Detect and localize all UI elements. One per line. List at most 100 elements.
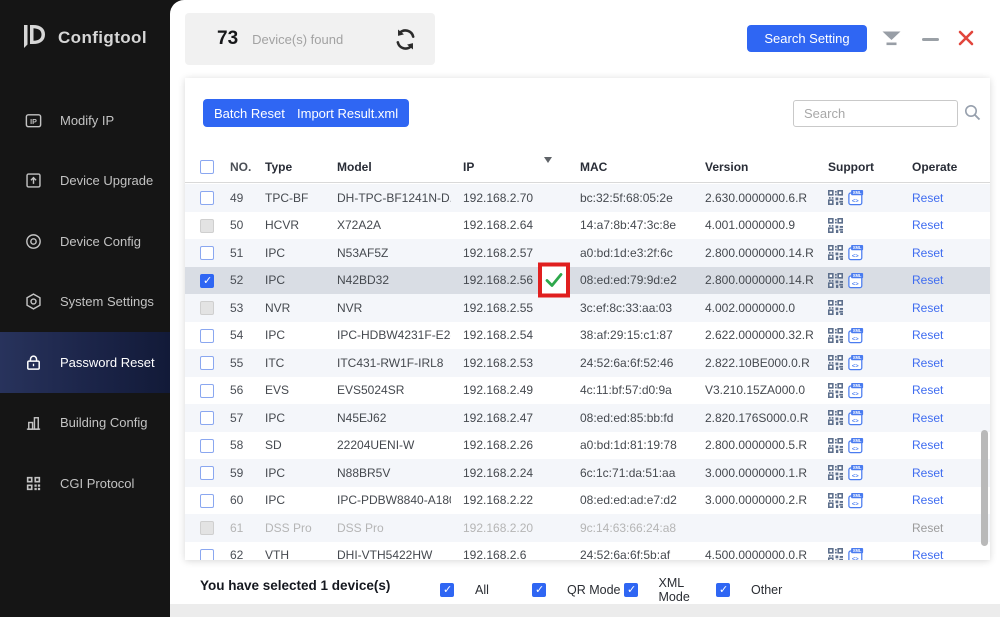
device-upgrade-icon — [24, 171, 43, 190]
qr-code-icon[interactable] — [828, 218, 843, 233]
select-all-checkbox[interactable] — [200, 160, 214, 174]
option-all[interactable]: All — [440, 583, 532, 597]
table-row[interactable]: 59 IPC N88BR5V 192.168.2.24 6c:1c:71:da:… — [185, 459, 990, 487]
row-checkbox[interactable] — [200, 219, 214, 233]
table-row[interactable]: 58 SD 22204UENI-W 192.168.2.26 a0:bd:1d:… — [185, 432, 990, 460]
refresh-icon[interactable] — [394, 28, 417, 51]
table-row[interactable]: 61 DSS Pro DSS Pro 192.168.2.20 9c:14:63… — [185, 514, 990, 542]
option-qr-mode[interactable]: QR Mode — [532, 583, 624, 597]
row-checkbox[interactable] — [200, 191, 214, 205]
xml-file-icon[interactable]: XML<> — [848, 327, 864, 344]
other-checkbox[interactable] — [716, 583, 730, 597]
xml-file-icon[interactable]: XML<> — [848, 464, 864, 481]
sidebar-item-device-config[interactable]: Device Config — [0, 211, 170, 272]
all-checkbox[interactable] — [440, 583, 454, 597]
table-row[interactable]: 54 IPC IPC-HDBW4231F-E2-M 192.168.2.54 3… — [185, 322, 990, 350]
ip-sort-dropdown-icon[interactable] — [544, 157, 552, 163]
search-icon[interactable] — [964, 104, 981, 121]
sidebar-item-building-config[interactable]: Building Config — [0, 393, 170, 454]
table-row[interactable]: 49 TPC-BF DH-TPC-BF1241N-D... 192.168.2.… — [185, 184, 990, 212]
reset-link[interactable]: Reset — [912, 328, 943, 342]
xml-file-icon[interactable]: XML<> — [848, 272, 864, 289]
row-checkbox[interactable] — [200, 411, 214, 425]
row-checkbox[interactable] — [200, 384, 214, 398]
table-row[interactable]: 52 IPC N42BD32 192.168.2.56 08:ed:ed:79:… — [185, 267, 990, 295]
reset-link[interactable]: Reset — [912, 548, 943, 560]
reset-link[interactable]: Reset — [912, 356, 943, 370]
row-checkbox[interactable] — [200, 246, 214, 260]
sidebar-item-system-settings[interactable]: System Settings — [0, 272, 170, 333]
table-row[interactable]: 55 ITC ITC431-RW1F-IRL8 192.168.2.53 24:… — [185, 349, 990, 377]
qr-code-icon[interactable] — [828, 548, 843, 560]
sidebar-item-device-upgrade[interactable]: Device Upgrade — [0, 151, 170, 212]
qr-mode-checkbox[interactable] — [532, 583, 546, 597]
row-checkbox[interactable] — [200, 521, 214, 535]
xml-mode-checkbox[interactable] — [624, 583, 638, 597]
row-checkbox[interactable] — [200, 549, 214, 560]
batch-reset-button[interactable]: Batch Reset — [203, 99, 296, 127]
row-checkbox[interactable] — [200, 274, 214, 288]
row-checkbox[interactable] — [200, 466, 214, 480]
table-row[interactable]: 51 IPC N53AF5Z 192.168.2.57 a0:bd:1d:e3:… — [185, 239, 990, 267]
reset-link[interactable]: Reset — [912, 273, 943, 287]
qr-code-icon[interactable] — [828, 493, 843, 508]
table-row[interactable]: 50 HCVR X72A2A 192.168.2.64 14:a7:8b:47:… — [185, 212, 990, 240]
qr-code-icon[interactable] — [828, 465, 843, 480]
reset-link[interactable]: Reset — [912, 218, 943, 232]
minimize-icon[interactable] — [922, 38, 939, 41]
qr-code-icon[interactable] — [828, 438, 843, 453]
qr-code-icon[interactable] — [828, 273, 843, 288]
table-scrollbar-thumb[interactable] — [981, 430, 988, 546]
device-count-chip: 73 Device(s) found — [185, 13, 435, 65]
sidebar-item-cgi-protocol[interactable]: CGI Protocol — [0, 453, 170, 514]
reset-link[interactable]: Reset — [912, 521, 943, 535]
option-other[interactable]: Other — [716, 583, 782, 597]
xml-file-icon[interactable]: XML<> — [848, 244, 864, 261]
row-checkbox[interactable] — [200, 301, 214, 315]
row-checkbox[interactable] — [200, 329, 214, 343]
reset-link[interactable]: Reset — [912, 493, 943, 507]
reset-link[interactable]: Reset — [912, 246, 943, 260]
reset-link[interactable]: Reset — [912, 191, 943, 205]
close-icon[interactable] — [957, 29, 975, 47]
cell-ip: 192.168.2.64 — [451, 218, 530, 232]
row-checkbox[interactable] — [200, 356, 214, 370]
reset-link[interactable]: Reset — [912, 466, 943, 480]
xml-file-icon[interactable]: XML<> — [848, 437, 864, 454]
sidebar-item-password-reset[interactable]: Password Reset — [0, 332, 170, 393]
table-row[interactable]: 53 NVR NVR 192.168.2.55 3c:ef:8c:33:aa:0… — [185, 294, 990, 322]
xml-file-icon[interactable]: XML<> — [848, 382, 864, 399]
xml-file-icon[interactable]: XML<> — [848, 189, 864, 206]
xml-file-icon[interactable]: XML<> — [848, 547, 864, 560]
filter-icon[interactable] — [882, 31, 901, 46]
cell-mac: a0:bd:1d:81:19:78 — [575, 438, 700, 452]
search-setting-button[interactable]: Search Setting — [747, 25, 867, 52]
table-row[interactable]: 60 IPC IPC-PDBW8840-A180 192.168.2.22 08… — [185, 487, 990, 515]
xml-file-icon[interactable]: XML<> — [848, 409, 864, 426]
xml-file-icon[interactable]: XML<> — [848, 354, 864, 371]
import-result-button[interactable]: Import Result.xml — [286, 99, 409, 127]
sidebar-item-modify-ip[interactable]: IP Modify IP — [0, 90, 170, 151]
table-row[interactable]: 62 VTH DHI-VTH5422HW 192.168.2.6 24:52:6… — [185, 542, 990, 561]
qr-code-icon[interactable] — [828, 355, 843, 370]
qr-code-icon[interactable] — [828, 190, 843, 205]
qr-code-icon[interactable] — [828, 383, 843, 398]
svg-text:IP: IP — [30, 118, 37, 126]
table-row[interactable]: 56 EVS EVS5024SR 192.168.2.49 4c:11:bf:5… — [185, 377, 990, 405]
search-input[interactable] — [793, 100, 958, 127]
reset-link[interactable]: Reset — [912, 411, 943, 425]
table-row[interactable]: 57 IPC N45EJ62 192.168.2.47 08:ed:ed:85:… — [185, 404, 990, 432]
reset-link[interactable]: Reset — [912, 301, 943, 315]
reset-link[interactable]: Reset — [912, 438, 943, 452]
qr-code-icon[interactable] — [828, 410, 843, 425]
reset-link[interactable]: Reset — [912, 383, 943, 397]
option-xml-mode[interactable]: XML Mode — [624, 576, 716, 604]
xml-file-icon[interactable]: XML<> — [848, 492, 864, 509]
row-checkbox[interactable] — [200, 439, 214, 453]
qr-code-icon[interactable] — [828, 245, 843, 260]
row-checkbox[interactable] — [200, 494, 214, 508]
cell-type: NVR — [257, 301, 325, 315]
qr-code-icon[interactable] — [828, 328, 843, 343]
qr-code-icon[interactable] — [828, 300, 843, 315]
cell-model: EVS5024SR — [325, 383, 451, 397]
